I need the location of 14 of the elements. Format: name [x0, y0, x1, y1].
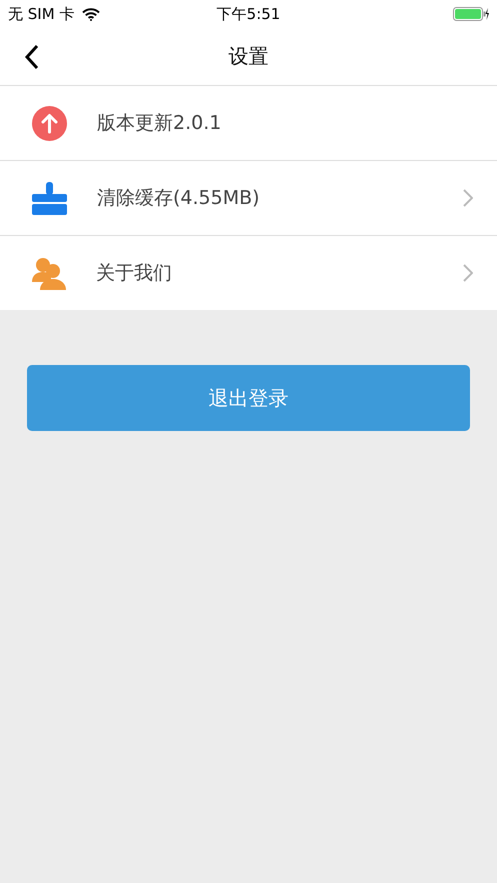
users-icon — [32, 256, 66, 290]
upload-icon — [32, 106, 67, 140]
settings-item[interactable]: 关于我们 — [0, 236, 497, 310]
item-label: 关于我们 — [96, 261, 173, 286]
page-title: 设置 — [228, 43, 268, 70]
item-label: 版本更新2.0.1 — [97, 111, 222, 136]
status-time: 下午5:51 — [216, 4, 280, 24]
item-label: 清除缓存(4.55MB) — [97, 186, 261, 211]
battery-icon — [453, 7, 489, 21]
wifi-icon — [82, 8, 100, 20]
settings-item[interactable]: 版本更新2.0.1 — [0, 86, 497, 161]
settings-item[interactable]: 清除缓存(4.55MB) — [0, 161, 497, 236]
stamp-icon — [32, 182, 67, 214]
carrier-label: 无 SIM 卡 — [8, 4, 74, 24]
